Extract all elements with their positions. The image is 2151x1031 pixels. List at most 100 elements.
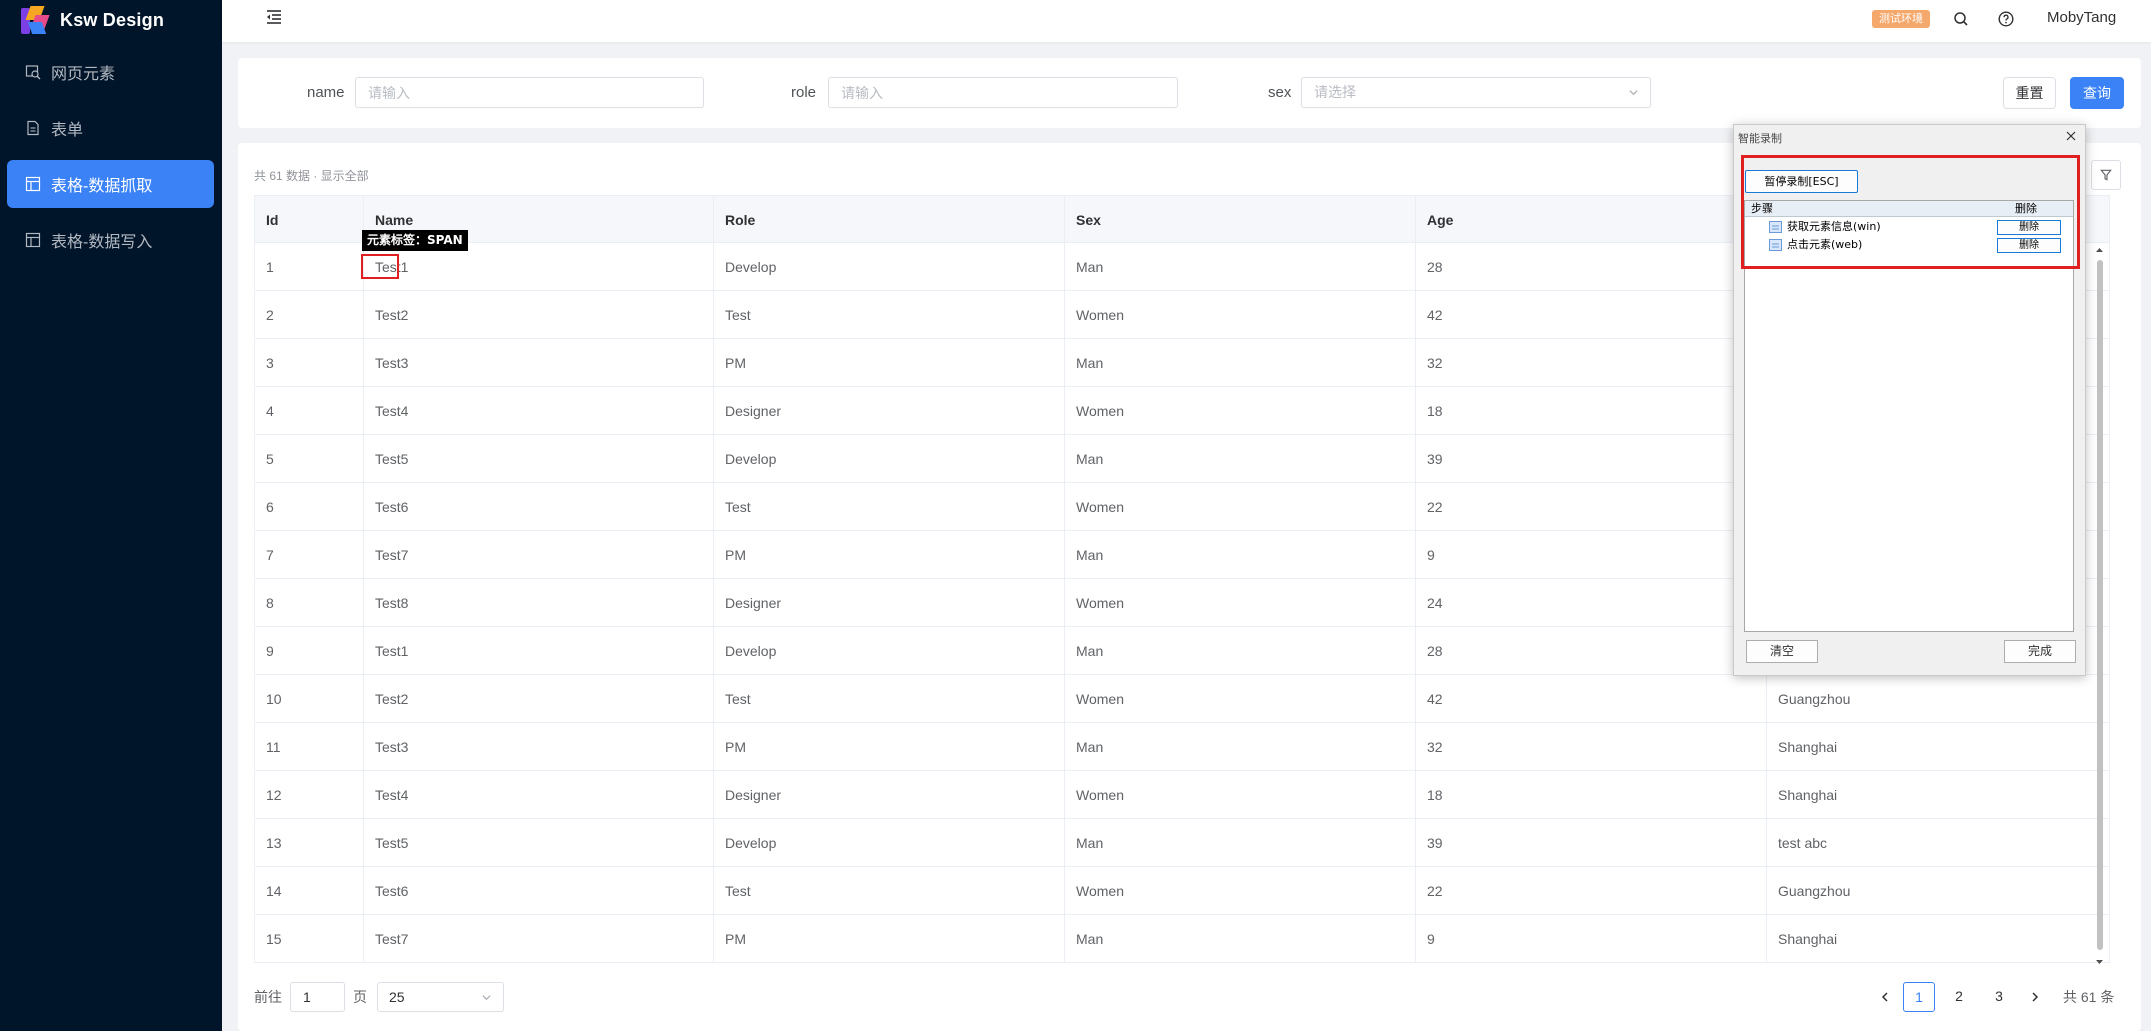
table-row[interactable]: 12 Test4 Designer Women 18 Shanghai (254, 771, 2110, 819)
cell-age: 42 (1416, 291, 1767, 338)
table-icon (25, 176, 41, 192)
cell-name: Test5 (364, 435, 714, 482)
total-count: 共 61 条 (2063, 989, 2115, 1005)
cell-id: 5 (254, 435, 364, 482)
name-input[interactable] (355, 77, 704, 108)
page-size-select[interactable]: 25 (377, 982, 504, 1012)
cell-name: Test7 (364, 531, 714, 578)
sidebar-item-table-write[interactable]: 表格-数据写入 (7, 216, 214, 264)
prev-page-icon[interactable] (1873, 982, 1897, 1012)
sidebar-item-table-scrape[interactable]: 表格-数据抓取 (7, 160, 214, 208)
query-button[interactable]: 查询 (2070, 77, 2124, 109)
document-icon (27, 120, 39, 136)
column-header-id: Id (254, 196, 364, 242)
cell-age: 42 (1416, 675, 1767, 722)
cell-age: 22 (1416, 483, 1767, 530)
cell-id: 12 (254, 771, 364, 818)
cell-id: 9 (254, 627, 364, 674)
page-1[interactable]: 1 (1903, 982, 1935, 1012)
role-label: role (791, 84, 817, 101)
top-header: 测试环境 MobyTang (222, 0, 2151, 42)
cell-name: Test1 (364, 627, 714, 674)
cell-address: Guangzhou (1767, 867, 2110, 914)
cell-id: 15 (254, 915, 364, 962)
scroll-up-icon[interactable] (2094, 245, 2105, 255)
cell-age: 32 (1416, 339, 1767, 386)
cell-role: Develop (714, 819, 1065, 866)
column-filter-button[interactable] (2091, 160, 2121, 190)
goto-page-input[interactable]: 1 (290, 982, 345, 1012)
page-3[interactable]: 3 (1983, 982, 2015, 1012)
cell-sex: Women (1065, 291, 1416, 338)
table-row[interactable]: 10 Test2 Test Women 42 Guangzhou (254, 675, 2110, 723)
cell-sex: Man (1065, 915, 1416, 962)
cell-role: PM (714, 531, 1065, 578)
cell-sex: Man (1065, 243, 1416, 290)
close-icon[interactable] (2063, 128, 2079, 144)
search-form: name role sex 请选择 重置 查询 (238, 58, 2141, 128)
cell-address: Shanghai (1767, 771, 2110, 818)
cell-id: 11 (254, 723, 364, 770)
table-summary: 共 61 数据 · 显示全部 (254, 169, 369, 183)
cell-role: Designer (714, 579, 1065, 626)
cell-sex: Man (1065, 723, 1416, 770)
name-label: name (307, 84, 345, 101)
sex-select[interactable]: 请选择 (1301, 77, 1651, 108)
cell-address: test abc (1767, 819, 2110, 866)
sidebar-menu: 网页元素 表单 表格-数据抓取 表格-数据写入 (0, 48, 222, 264)
cell-role: PM (714, 339, 1065, 386)
cell-age: 32 (1416, 723, 1767, 770)
cell-sex: Women (1065, 771, 1416, 818)
scroll-down-icon[interactable] (2094, 957, 2105, 967)
sex-label: sex (1268, 84, 1292, 101)
table-row[interactable]: 14 Test6 Test Women 22 Guangzhou (254, 867, 2110, 915)
page-2[interactable]: 2 (1943, 982, 1975, 1012)
cell-sex: Women (1065, 483, 1416, 530)
page-unit-label: 页 (353, 989, 367, 1005)
ksw-logo-icon (21, 5, 50, 35)
search-icon[interactable] (1952, 10, 1970, 28)
table-row[interactable]: 11 Test3 PM Man 32 Shanghai (254, 723, 2110, 771)
done-button[interactable]: 完成 (2004, 640, 2076, 663)
role-input[interactable] (828, 77, 1178, 108)
cell-address: Shanghai (1767, 915, 2110, 962)
logo[interactable]: Ksw Design (0, 0, 222, 40)
table-scrollbar[interactable] (2094, 195, 2105, 968)
cell-name: Test8 (364, 579, 714, 626)
cell-name: Test4 (364, 387, 714, 434)
sidebar-item-form[interactable]: 表单 (7, 104, 214, 152)
sex-select-placeholder: 请选择 (1314, 84, 1356, 100)
cell-sex: Women (1065, 675, 1416, 722)
cell-id: 2 (254, 291, 364, 338)
page-jumper: 前往 1 页 25 (254, 982, 504, 1012)
cell-age: 9 (1416, 531, 1767, 578)
user-name[interactable]: MobyTang (2047, 9, 2116, 26)
cell-role: Develop (714, 627, 1065, 674)
sidebar-item-label: 表格-数据写入 (51, 234, 153, 251)
reset-button[interactable]: 重置 (2003, 77, 2056, 109)
page-size-value: 25 (389, 989, 405, 1005)
next-page-icon[interactable] (2023, 982, 2047, 1012)
cell-sex: Man (1065, 819, 1416, 866)
cell-role: PM (714, 915, 1065, 962)
scrollbar-thumb[interactable] (2097, 260, 2103, 950)
column-header-sex: Sex (1065, 196, 1416, 242)
recorder-title: 智能录制 (1738, 132, 1782, 145)
sidebar-item-web-elements[interactable]: 网页元素 (7, 48, 214, 96)
menu-fold-icon[interactable] (265, 8, 283, 26)
cell-id: 10 (254, 675, 364, 722)
cell-role: Develop (714, 435, 1065, 482)
cell-role: PM (714, 723, 1065, 770)
cell-id: 6 (254, 483, 364, 530)
cell-role: Test (714, 675, 1065, 722)
table-row[interactable]: 15 Test7 PM Man 9 Shanghai (254, 915, 2110, 963)
web-inspect-icon (25, 65, 41, 80)
table-row[interactable]: 13 Test5 Develop Man 39 test abc (254, 819, 2110, 867)
cell-sex: Women (1065, 579, 1416, 626)
clear-button[interactable]: 清空 (1746, 640, 1818, 663)
sidebar-item-label: 表格-数据抓取 (51, 178, 153, 195)
help-icon[interactable] (1997, 10, 2015, 28)
pagination: 1 2 3 共 61 条 (1873, 982, 2133, 1012)
cell-id: 1 (254, 243, 364, 290)
cell-id: 8 (254, 579, 364, 626)
